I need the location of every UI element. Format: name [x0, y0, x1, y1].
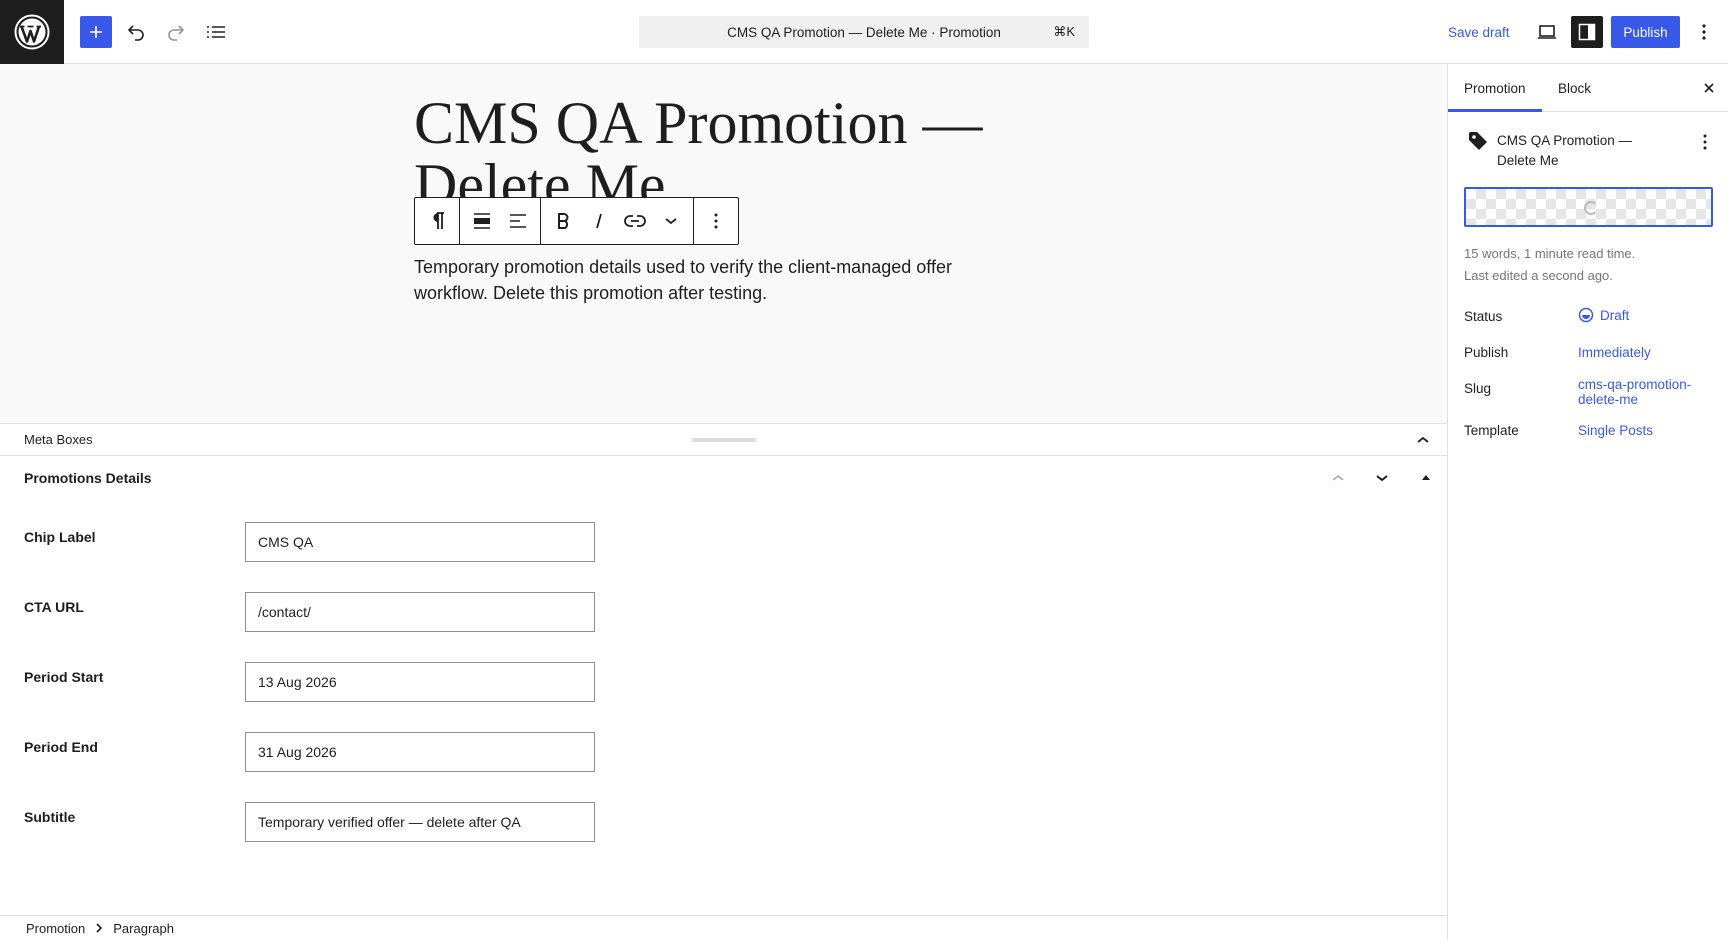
- period-start-input[interactable]: [245, 662, 595, 702]
- chevron-up-icon: [1332, 474, 1344, 481]
- command-palette-bar[interactable]: CMS QA Promotion — Delete Me · Promotion…: [639, 16, 1089, 48]
- slug-button[interactable]: cms-qa-promotion-delete-me: [1578, 377, 1713, 407]
- cta-url-label: CTA URL: [24, 599, 84, 615]
- status-value: Draft: [1600, 307, 1630, 323]
- paragraph-icon: [433, 212, 444, 229]
- status-button[interactable]: Draft: [1578, 307, 1629, 323]
- sidebar-icon: [1578, 23, 1596, 41]
- wordpress-logo-icon[interactable]: [0, 0, 64, 64]
- chip-label-label: Chip Label: [24, 529, 96, 545]
- publish-date-button[interactable]: Immediately: [1578, 345, 1651, 360]
- last-edited: Last edited a second ago.: [1464, 268, 1613, 283]
- tab-promotion[interactable]: Promotion: [1448, 64, 1542, 112]
- more-formatting-button[interactable]: [653, 198, 689, 244]
- options-menu-button[interactable]: [1688, 16, 1720, 48]
- close-sidebar-button[interactable]: [1697, 76, 1721, 100]
- settings-sidebar: Promotion Block CMS QA Promotion — Delet…: [1447, 64, 1728, 940]
- document-title: CMS QA Promotion — Delete Me · Promotion: [727, 24, 1001, 40]
- status-label: Status: [1464, 309, 1503, 324]
- chip-label-input[interactable]: [245, 522, 595, 562]
- caret-up-icon: [1422, 475, 1430, 480]
- more-vertical-icon: [1703, 134, 1707, 150]
- desktop-preview-icon: [1538, 25, 1556, 39]
- draft-status-icon: [1578, 307, 1594, 323]
- editor-header: CMS QA Promotion — Delete Me · Promotion…: [0, 0, 1728, 64]
- list-view-icon: [207, 26, 225, 38]
- block-toolbar: [414, 197, 739, 245]
- featured-image-placeholder[interactable]: [1464, 187, 1713, 227]
- template-button[interactable]: Single Posts: [1578, 423, 1653, 438]
- close-icon: [1704, 83, 1714, 93]
- subtitle-input[interactable]: [245, 802, 595, 842]
- settings-toggle-button[interactable]: [1571, 16, 1603, 48]
- block-breadcrumb: Promotion Paragraph: [0, 915, 1447, 940]
- breadcrumb-paragraph[interactable]: Paragraph: [113, 921, 174, 936]
- align-text-button[interactable]: [500, 198, 536, 244]
- loading-spinner-icon: [1584, 201, 1598, 215]
- add-block-button[interactable]: [80, 16, 112, 48]
- link-button[interactable]: [617, 198, 653, 244]
- align-block-button[interactable]: [464, 198, 500, 244]
- redo-icon: [168, 25, 185, 41]
- resize-handle[interactable]: [692, 438, 756, 442]
- preview-button[interactable]: [1531, 16, 1563, 48]
- bold-icon: [558, 213, 569, 229]
- post-actions-button[interactable]: [1693, 130, 1717, 154]
- align-wide-icon: [474, 213, 490, 229]
- word-count: 15 words, 1 minute read time.: [1464, 246, 1636, 261]
- undo-icon: [127, 25, 144, 41]
- chevron-up-icon: [1417, 436, 1429, 443]
- promotions-details-metabox: Promotions Details Chip Label CTA URL Pe…: [0, 456, 1447, 915]
- period-end-input[interactable]: [245, 732, 595, 772]
- publish-button[interactable]: Publish: [1611, 16, 1680, 48]
- redo-button[interactable]: [160, 16, 192, 48]
- template-label: Template: [1464, 423, 1519, 438]
- period-end-label: Period End: [24, 739, 98, 755]
- tab-block[interactable]: Block: [1542, 64, 1607, 112]
- meta-boxes-header: Meta Boxes: [0, 423, 1447, 456]
- link-icon: [624, 215, 646, 227]
- move-down-button[interactable]: [1368, 464, 1396, 492]
- meta-boxes-collapse-button[interactable]: [1411, 428, 1435, 452]
- align-left-icon: [510, 214, 526, 228]
- plus-icon: [90, 26, 102, 38]
- breadcrumb-promotion[interactable]: Promotion: [26, 921, 85, 936]
- block-options-button[interactable]: [698, 198, 734, 244]
- italic-icon: [596, 213, 602, 229]
- tag-icon: [1469, 132, 1487, 150]
- italic-button[interactable]: [581, 198, 617, 244]
- more-vertical-icon: [1702, 24, 1706, 40]
- block-type-button[interactable]: [419, 198, 455, 244]
- document-overview-button[interactable]: [200, 16, 232, 48]
- sidebar-tabs: Promotion Block: [1448, 64, 1728, 112]
- paragraph-block[interactable]: Temporary promotion details used to veri…: [414, 254, 974, 306]
- toggle-panel-button[interactable]: [1412, 464, 1440, 492]
- metabox-title: Promotions Details: [24, 470, 152, 486]
- slug-label: Slug: [1464, 381, 1492, 396]
- command-shortcut: ⌘K: [1053, 24, 1075, 39]
- chevron-down-icon: [1376, 475, 1388, 482]
- undo-button[interactable]: [120, 16, 152, 48]
- save-draft-button[interactable]: Save draft: [1440, 16, 1518, 48]
- publish-label: Publish: [1464, 345, 1509, 360]
- meta-boxes-label: Meta Boxes: [24, 432, 93, 447]
- more-vertical-icon: [714, 213, 718, 229]
- chevron-right-icon: [95, 923, 103, 933]
- move-up-button[interactable]: [1324, 464, 1352, 492]
- period-start-label: Period Start: [24, 669, 104, 685]
- cta-url-input[interactable]: [245, 592, 595, 632]
- editor-canvas: CMS QA Promotion — Delete Me Temporary p…: [0, 64, 1447, 423]
- post-card-title: CMS QA Promotion — Delete Me: [1497, 133, 1633, 168]
- chevron-down-icon: [665, 218, 677, 225]
- bold-button[interactable]: [545, 198, 581, 244]
- subtitle-label: Subtitle: [24, 809, 76, 825]
